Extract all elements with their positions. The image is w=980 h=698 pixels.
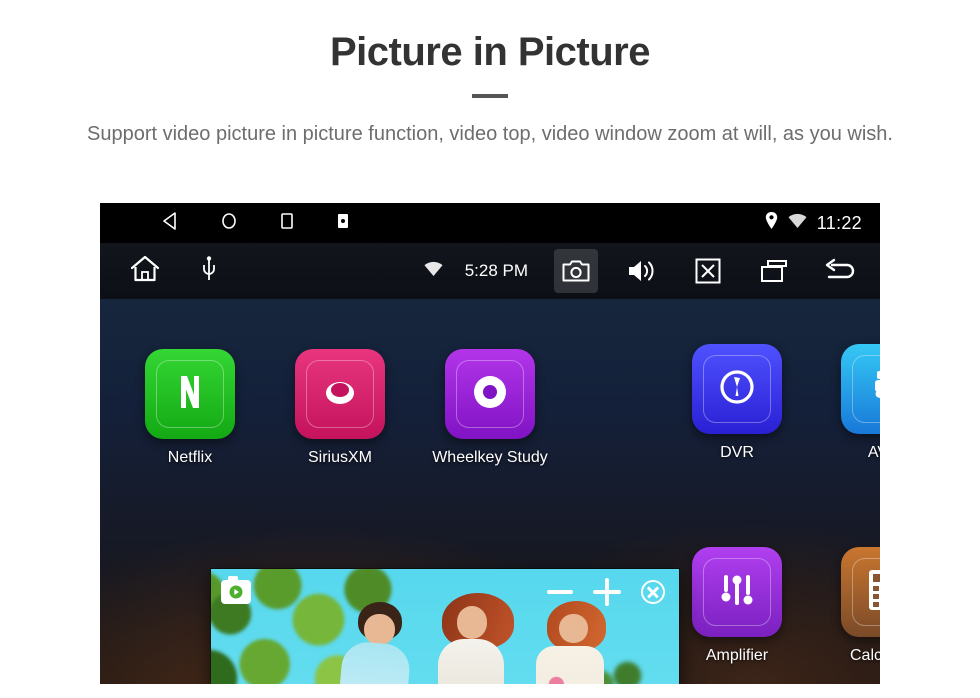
audio-jack-icon[interactable]: [841, 344, 880, 434]
toolbar-right-group: 5:28 PM: [424, 249, 862, 293]
wifi-icon: [424, 261, 443, 281]
close-x-box-icon[interactable]: [686, 249, 730, 293]
calculator-glyph: [866, 568, 880, 617]
home-icon[interactable]: [130, 255, 160, 288]
volume-icon[interactable]: [620, 249, 664, 293]
siriusxm-glyph: [320, 372, 360, 417]
app-label: Wheelkey Study: [432, 449, 548, 466]
back-arrow-icon[interactable]: [818, 249, 862, 293]
siriusxm-icon[interactable]: [295, 349, 385, 439]
pip-window[interactable]: seicane: [210, 568, 680, 684]
app-cell-avin[interactable]: AVIN: [816, 344, 880, 462]
plus-icon[interactable]: [593, 578, 621, 606]
page-subtitle: Support video picture in picture functio…: [87, 123, 893, 145]
toolbar-clock: 5:28 PM: [464, 261, 528, 280]
status-bar-clock: 11:22: [816, 212, 862, 233]
figure-top: [336, 640, 412, 684]
app-label: Amplifier: [705, 647, 769, 664]
video-camera-icon[interactable]: [221, 576, 251, 604]
android-status-bar: 11:22: [100, 203, 880, 243]
device-screen: 11:22 5:28 PM Netflix SiriusXM Wheelkey …: [100, 203, 880, 684]
app-cell-dvr[interactable]: DVR: [667, 344, 807, 462]
app-label: SiriusXM: [307, 449, 372, 466]
app-cell-wheelkey[interactable]: Wheelkey Study: [420, 349, 560, 467]
audio-jack-glyph: [864, 365, 880, 414]
status-bar-nav-group: [162, 211, 350, 235]
app-toolbar: 5:28 PM: [100, 243, 880, 299]
usb-icon[interactable]: [202, 255, 216, 287]
wheelkey-icon[interactable]: [445, 349, 535, 439]
page-title: Picture in Picture: [330, 30, 650, 74]
wifi-icon: [788, 213, 807, 233]
location-pin-icon: [765, 212, 778, 234]
app-cell-calculator[interactable]: Calculator: [816, 547, 880, 665]
figure-top: [438, 638, 504, 684]
screenshot-icon[interactable]: [336, 213, 350, 234]
app-label: DVR: [720, 444, 754, 461]
toolbar-left-group: [130, 255, 216, 288]
app-cell-amplifier[interactable]: Amplifier: [667, 547, 807, 665]
close-circle-icon[interactable]: [641, 580, 665, 604]
figure-dress: [536, 645, 605, 684]
recents-square-icon[interactable]: [278, 212, 296, 235]
gauge-icon[interactable]: [692, 344, 782, 434]
back-triangle-icon[interactable]: [162, 211, 180, 235]
figure-head: [364, 613, 396, 646]
home-circle-icon[interactable]: [220, 212, 238, 235]
app-cell-netflix[interactable]: Netflix: [120, 349, 260, 467]
title-divider: [472, 94, 508, 98]
wheelkey-glyph: [468, 370, 512, 419]
app-label: Calculator: [849, 647, 880, 664]
equalizer-glyph: [716, 569, 758, 616]
calculator-icon[interactable]: [841, 547, 880, 637]
camera-icon[interactable]: [554, 249, 598, 293]
netflix-glyph: [170, 372, 210, 417]
pip-control-bar: [211, 569, 679, 615]
status-bar-indicators: 11:22: [765, 212, 862, 234]
recent-apps-icon[interactable]: [752, 249, 796, 293]
figure-head: [558, 613, 588, 644]
app-label: AVIN: [867, 444, 880, 461]
netflix-icon[interactable]: [145, 349, 235, 439]
app-label: Netflix: [167, 449, 213, 466]
minus-icon[interactable]: [547, 590, 573, 594]
app-cell-siriusxm[interactable]: SiriusXM: [270, 349, 410, 467]
pip-resize-controls: [547, 578, 665, 606]
page-header: Picture in Picture Support video picture…: [0, 0, 980, 149]
gauge-glyph: [714, 364, 760, 415]
equalizer-icon[interactable]: [692, 547, 782, 637]
